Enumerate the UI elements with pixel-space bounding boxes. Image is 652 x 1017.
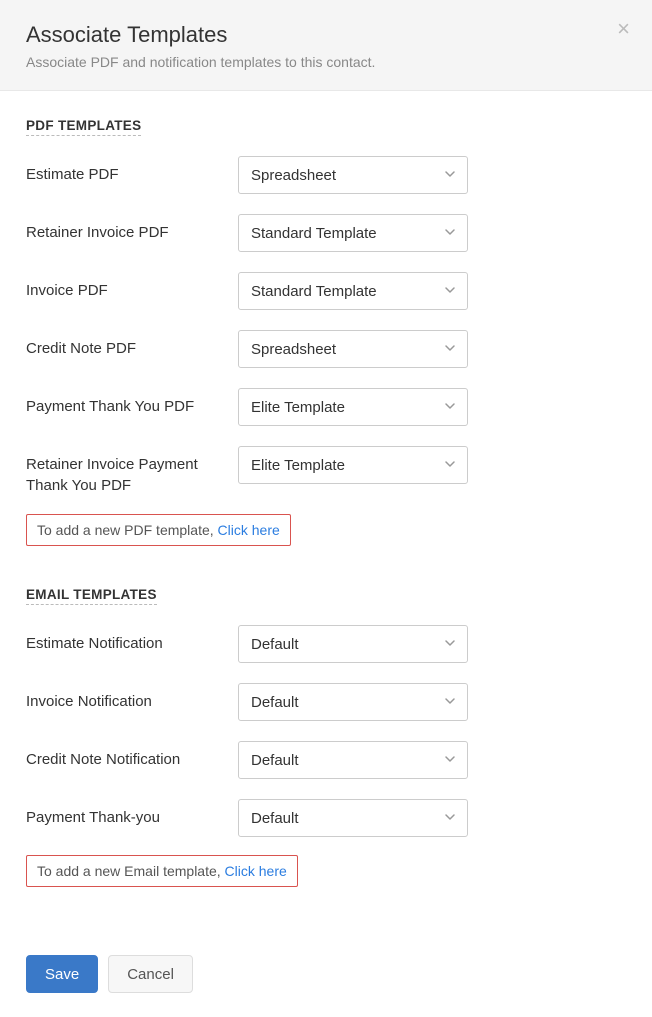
row-invoice-pdf: Invoice PDF Standard Template [26, 272, 626, 310]
save-button[interactable]: Save [26, 955, 98, 993]
select-estimate-notification-input[interactable]: Default [238, 625, 468, 663]
modal-title: Associate Templates [26, 22, 626, 48]
label-payment-thank-you-pdf: Payment Thank You PDF [26, 388, 238, 417]
helper-add-pdf-template: To add a new PDF template, Click here [26, 514, 291, 546]
section-title-email: EMAIL TEMPLATES [26, 587, 157, 605]
select-retainer-invoice-pdf-input[interactable]: Standard Template [238, 214, 468, 252]
select-retainer-payment-thank-you-pdf-input[interactable]: Elite Template [238, 446, 468, 484]
row-credit-note-pdf: Credit Note PDF Spreadsheet [26, 330, 626, 368]
modal-footer: Save Cancel [0, 937, 652, 1017]
select-credit-note-pdf[interactable]: Spreadsheet [238, 330, 468, 368]
select-estimate-pdf[interactable]: Spreadsheet [238, 156, 468, 194]
label-invoice-pdf: Invoice PDF [26, 272, 238, 301]
label-credit-note-notification: Credit Note Notification [26, 741, 238, 770]
helper-email-text: To add a new Email template, [37, 863, 225, 879]
select-retainer-invoice-pdf[interactable]: Standard Template [238, 214, 468, 252]
label-retainer-invoice-pdf: Retainer Invoice PDF [26, 214, 238, 243]
select-credit-note-notification-input[interactable]: Default [238, 741, 468, 779]
select-estimate-pdf-input[interactable]: Spreadsheet [238, 156, 468, 194]
helper-email-link[interactable]: Click here [225, 863, 287, 879]
row-payment-thank-you-email: Payment Thank-you Default [26, 799, 626, 837]
select-credit-note-pdf-input[interactable]: Spreadsheet [238, 330, 468, 368]
select-invoice-notification[interactable]: Default [238, 683, 468, 721]
row-credit-note-notification: Credit Note Notification Default [26, 741, 626, 779]
select-invoice-pdf-input[interactable]: Standard Template [238, 272, 468, 310]
section-title-pdf: PDF TEMPLATES [26, 118, 141, 136]
select-payment-thank-you-pdf[interactable]: Elite Template [238, 388, 468, 426]
helper-pdf-link[interactable]: Click here [218, 522, 280, 538]
row-invoice-notification: Invoice Notification Default [26, 683, 626, 721]
label-invoice-notification: Invoice Notification [26, 683, 238, 712]
select-credit-note-notification[interactable]: Default [238, 741, 468, 779]
cancel-button[interactable]: Cancel [108, 955, 193, 993]
select-invoice-notification-input[interactable]: Default [238, 683, 468, 721]
select-payment-thank-you-email[interactable]: Default [238, 799, 468, 837]
select-estimate-notification[interactable]: Default [238, 625, 468, 663]
helper-add-email-template: To add a new Email template, Click here [26, 855, 298, 887]
select-retainer-payment-thank-you-pdf[interactable]: Elite Template [238, 446, 468, 484]
select-payment-thank-you-pdf-input[interactable]: Elite Template [238, 388, 468, 426]
label-estimate-pdf: Estimate PDF [26, 156, 238, 185]
select-payment-thank-you-email-input[interactable]: Default [238, 799, 468, 837]
row-retainer-payment-thank-you-pdf: Retainer Invoice Payment Thank You PDF E… [26, 446, 626, 496]
close-icon: × [617, 16, 630, 41]
label-retainer-payment-thank-you-pdf: Retainer Invoice Payment Thank You PDF [26, 446, 238, 496]
label-payment-thank-you-email: Payment Thank-you [26, 799, 238, 828]
modal-body: PDF TEMPLATES Estimate PDF Spreadsheet R… [0, 91, 652, 937]
row-estimate-notification: Estimate Notification Default [26, 625, 626, 663]
helper-pdf-text: To add a new PDF template, [37, 522, 218, 538]
modal-subtitle: Associate PDF and notification templates… [26, 54, 626, 70]
modal-header: Associate Templates Associate PDF and no… [0, 0, 652, 91]
row-retainer-invoice-pdf: Retainer Invoice PDF Standard Template [26, 214, 626, 252]
row-payment-thank-you-pdf: Payment Thank You PDF Elite Template [26, 388, 626, 426]
close-button[interactable]: × [617, 18, 630, 40]
label-credit-note-pdf: Credit Note PDF [26, 330, 238, 359]
label-estimate-notification: Estimate Notification [26, 625, 238, 654]
select-invoice-pdf[interactable]: Standard Template [238, 272, 468, 310]
row-estimate-pdf: Estimate PDF Spreadsheet [26, 156, 626, 194]
